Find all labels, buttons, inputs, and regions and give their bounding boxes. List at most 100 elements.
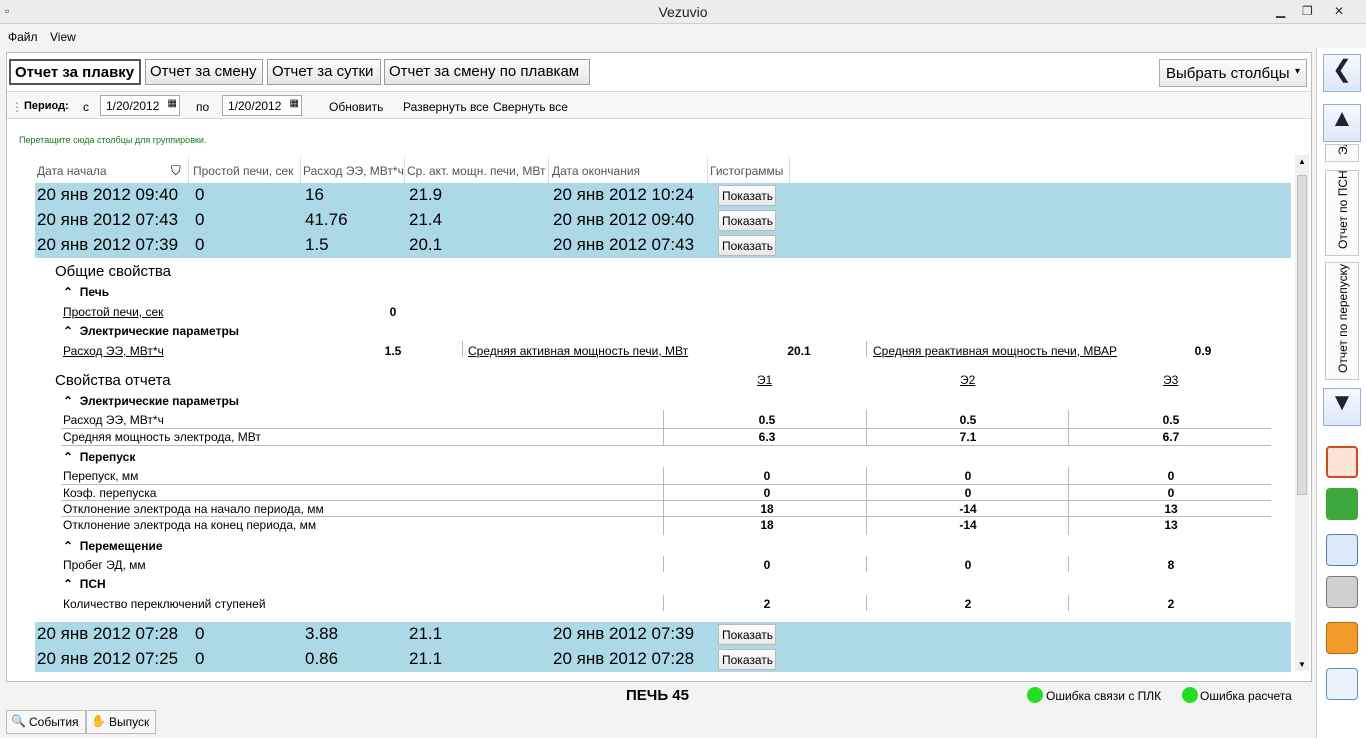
data-grid: Дата начала ⛉ Простой печи, сек Расход Э… [7,155,1311,675]
tab-day-report[interactable]: Отчет за сутки [267,59,381,85]
avg-reactive-prop-value: 0.9 [1194,344,1212,358]
divider [663,595,664,611]
prop-label: Коэф. перепуска [63,486,157,500]
divider [61,516,1271,517]
cell-idle: 0 [195,210,205,229]
divider [462,341,463,357]
group-electrical-report[interactable]: ⌃ Электрические параметры [63,394,239,408]
cube-icon[interactable] [1326,446,1358,478]
group-psn[interactable]: ⌃ ПСН [63,577,106,591]
show-histogram-button[interactable]: Показать [718,210,776,231]
chart-icon[interactable] [1326,668,1358,700]
tab-bypass-report[interactable]: Отчет по перепуску [1325,262,1359,380]
group-electrical[interactable]: ⌃ Электрические параметры [63,324,239,338]
filter-icon[interactable]: ⛉ [171,163,181,179]
prop-value-e3: 0 [1167,469,1175,483]
right-toolbar: ❮ ▲ Эл Отчет по ПСН Отчет по перепуску ▼ [1316,48,1366,738]
column-header-label: Гистограммы [710,164,784,178]
show-histogram-button[interactable]: Показать [718,185,776,206]
tab-shift-report[interactable]: Отчет за смену [145,59,263,85]
refresh-button[interactable]: Обновить [329,100,383,114]
column-header-power[interactable]: Ср. акт. мощн. печи, МВт [407,157,549,183]
scrollbar-thumb[interactable] [1297,175,1307,495]
divider [1068,556,1069,572]
prop-label: Пробег ЭД, мм [63,558,146,572]
tab-label: События [29,715,79,729]
tab-events[interactable]: 🔍 События [6,710,86,734]
collapse-all-button[interactable]: Свернуть все [493,100,568,114]
tab-psn-report[interactable]: Отчет по ПСН [1325,170,1359,256]
column-header-end[interactable]: Дата окончания [552,157,708,183]
scroll-up-icon[interactable]: ▲ [1298,157,1306,166]
choose-columns-button[interactable]: Выбрать столбцы ▾ [1159,59,1307,87]
menu-view[interactable]: View [50,30,76,44]
to-date-input[interactable]: 1/20/2012 ▦ [222,95,302,116]
column-header-start[interactable]: Дата начала [37,157,189,183]
tab-tapping[interactable]: ✋ Выпуск [86,710,156,734]
column-header-label: Дата окончания [552,164,641,178]
cell-idle: 0 [195,235,205,254]
group-label: Печь [79,285,110,299]
show-histogram-button[interactable]: Показать [718,624,776,645]
expand-all-button[interactable]: Развернуть все [403,100,489,114]
tab-el[interactable]: Эл [1325,144,1359,162]
cell-idle: 0 [195,624,205,643]
from-date-value: 1/20/2012 [106,99,160,113]
maximize-button[interactable]: ❐ [1302,4,1313,18]
group-bypass[interactable]: ⌃ Перепуск [63,450,135,464]
group-furnace[interactable]: ⌃ Печь [63,285,109,299]
table-row[interactable]: 20 янв 2012 07:28 0 3.88 21.1 20 янв 201… [35,622,1291,647]
group-label: ПСН [79,577,106,591]
triangle-down-icon: ▼ [1330,389,1354,416]
prop-value-e2: 0 [964,558,972,572]
prop-label: Отклонение электрода на конец периода, м… [63,518,317,532]
show-histogram-button[interactable]: Показать [718,649,776,670]
prop-value-e2: 7.1 [959,430,977,444]
group-movement[interactable]: ⌃ Перемещение [63,539,163,553]
prop-value-e1: 0.5 [758,413,776,427]
close-button[interactable]: ✕ [1334,4,1344,18]
minimize-button[interactable]: ▁ [1276,4,1285,18]
cell-start: 20 янв 2012 07:39 [37,235,179,254]
chevron-left-icon: ❮ [1331,56,1353,83]
energy-prop-label: Расход ЭЭ, МВт*ч [63,344,164,358]
show-histogram-button[interactable]: Показать [718,235,776,256]
chevron-down-icon: ▾ [1294,66,1300,77]
scale-icon[interactable] [1326,576,1358,608]
network-icon[interactable] [1326,534,1358,566]
cell-energy: 3.88 [305,624,339,643]
column-header-histograms[interactable]: Гистограммы [710,157,790,183]
calendar-icon[interactable]: ▦ [290,98,299,109]
scroll-down-icon[interactable]: ▼ [1298,660,1306,669]
divider [61,445,1271,446]
table-row[interactable]: 20 янв 2012 07:25 0 0.86 21.1 20 янв 201… [35,647,1291,672]
scroll-down-button[interactable]: ▼ [1323,388,1361,426]
tab-shift-heats-report[interactable]: Отчет за смену по плавкам [384,59,590,85]
prop-value-e3: 0 [1167,486,1175,500]
general-props-title: Общие свойства [55,263,172,280]
group-label: Электрические параметры [79,324,240,338]
calendar-icon[interactable] [1326,622,1358,654]
blocks-icon[interactable] [1326,488,1358,520]
prop-value-e1: 0 [763,558,771,572]
tab-label: Отчет по перепуску [1336,264,1350,373]
calendar-icon[interactable]: ▦ [168,98,177,109]
scroll-up-button[interactable]: ▲ [1323,104,1361,142]
menu-file[interactable]: Файл [8,30,38,44]
cell-idle: 0 [195,185,205,204]
from-date-input[interactable]: 1/20/2012 ▦ [100,95,180,116]
table-row[interactable]: 20 янв 2012 09:40 0 16 21.9 20 янв 2012 … [35,183,1291,208]
cell-energy: 41.76 [305,210,348,229]
prop-value-e1: 0 [763,486,771,500]
cell-end: 20 янв 2012 07:43 [553,235,695,254]
column-header-energy[interactable]: Расход ЭЭ, МВт*ч [303,157,405,183]
column-header-idle[interactable]: Простой печи, сек [193,157,301,183]
table-row[interactable]: 20 янв 2012 07:39 0 1.5 20.1 20 янв 2012… [35,233,1291,258]
collapse-panel-button[interactable]: ❮ [1323,54,1361,92]
grid-scrollbar[interactable]: ▲ ▼ [1295,155,1309,671]
table-row[interactable]: 20 янв 2012 07:43 0 41.76 21.4 20 янв 20… [35,208,1291,233]
cell-start: 20 янв 2012 09:40 [37,185,179,204]
prop-value-e3: 13 [1164,518,1178,532]
column-header-label: Простой печи, сек [193,164,294,178]
tab-heat-report[interactable]: Отчет за плавку [9,59,141,85]
